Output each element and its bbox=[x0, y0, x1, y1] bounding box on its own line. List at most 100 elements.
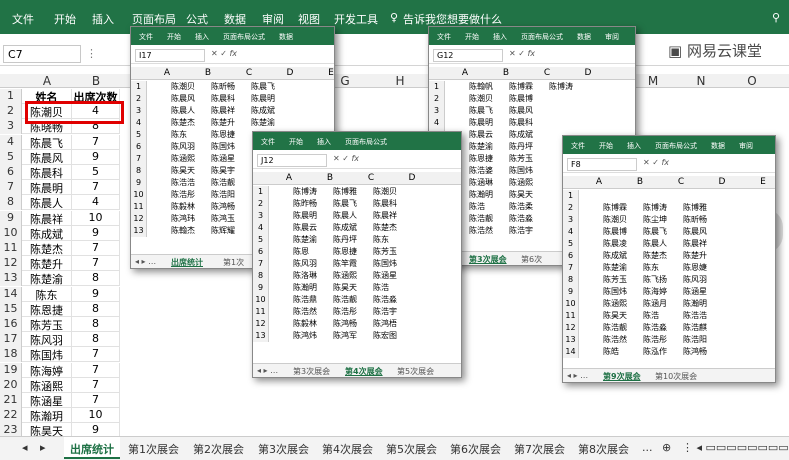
ribbon-tab-layout[interactable]: 页面布局 bbox=[132, 11, 176, 27]
window-row-number[interactable]: 5 bbox=[253, 234, 269, 246]
window-col-header[interactable]: B bbox=[620, 177, 660, 187]
tab-show-6[interactable]: 第6次展会 bbox=[450, 441, 501, 457]
window-ribbon-tab[interactable]: 公式 bbox=[373, 137, 387, 147]
window-col-header[interactable]: C bbox=[661, 177, 701, 187]
window-cell[interactable]: 陈晨风 bbox=[507, 105, 547, 117]
window-cell[interactable]: 陈浩婆 bbox=[467, 165, 507, 177]
window-row-number[interactable]: 6 bbox=[253, 246, 269, 258]
window-cell[interactable]: 陈晨明 bbox=[291, 210, 331, 222]
window-cell[interactable]: 陈晨风 bbox=[169, 93, 209, 105]
window-cell[interactable]: 陈博涛 bbox=[291, 186, 331, 198]
window-col-header[interactable]: D bbox=[392, 173, 432, 183]
row-number[interactable]: 20 bbox=[0, 377, 22, 393]
window-ribbon-tab[interactable]: 插入 bbox=[493, 32, 507, 42]
window-cell[interactable]: 陈浩阳 bbox=[209, 189, 249, 201]
window-name-box[interactable]: G12 bbox=[433, 49, 503, 62]
window-ribbon-tab[interactable]: 开始 bbox=[167, 32, 181, 42]
window-cell[interactable]: 陈涵熙 bbox=[169, 153, 209, 165]
window-cell[interactable]: 陈潮贝 bbox=[601, 214, 641, 226]
row-number[interactable]: 5 bbox=[0, 149, 22, 165]
col-header-m[interactable]: M bbox=[638, 74, 668, 88]
window-ribbon-tab[interactable]: 文件 bbox=[261, 137, 275, 147]
window-col-header[interactable]: B bbox=[486, 68, 526, 78]
tab-scroll-right-icon[interactable]: ▸ bbox=[40, 441, 46, 454]
horizontal-scrollbar[interactable]: ⋮ ◂ ▭▭▭▭▭▭▭▭ bbox=[682, 441, 789, 454]
window-cell[interactable]: 陈东 bbox=[169, 129, 209, 141]
window-col-header[interactable]: B bbox=[310, 173, 350, 183]
window-cell[interactable]: 陈浩柔 bbox=[507, 201, 547, 213]
window-cell[interactable]: 陈浩彤 bbox=[169, 189, 209, 201]
window-ribbon-tab[interactable]: 页面布局 bbox=[655, 141, 683, 151]
row-number[interactable]: 19 bbox=[0, 362, 22, 378]
count-cell[interactable]: 9 bbox=[72, 149, 120, 165]
window-cell[interactable]: 陈翰帆 bbox=[467, 81, 507, 93]
window-sheet-tab[interactable]: 第10次展会 bbox=[655, 371, 697, 382]
window-row-number[interactable]: 1 bbox=[563, 190, 579, 202]
window-col-header[interactable]: E bbox=[743, 177, 775, 187]
add-sheet-icon[interactable]: ⊕ bbox=[662, 441, 671, 454]
window-ribbon-tab[interactable]: 审阅 bbox=[605, 32, 619, 42]
window-cell[interactable]: 陈楚渝 bbox=[291, 234, 331, 246]
window-ribbon-tab[interactable]: 页面布局 bbox=[223, 32, 251, 42]
window-ribbon-tab[interactable]: 公式 bbox=[549, 32, 563, 42]
window-tab-nav-icon[interactable]: ◂ ▸ … bbox=[257, 366, 278, 375]
window-cell[interactable]: 陈东 bbox=[371, 234, 411, 246]
window-cell[interactable]: 陈浩彤 bbox=[641, 334, 681, 346]
window-cell[interactable]: 陈昨畅 bbox=[291, 198, 331, 210]
window-row-number[interactable]: 2 bbox=[563, 202, 579, 214]
window-cell[interactable]: 陈尘坤 bbox=[641, 214, 681, 226]
window-cell[interactable]: 陈楚升 bbox=[209, 117, 249, 129]
window-cell[interactable]: 陈博霖 bbox=[507, 81, 547, 93]
window-col-header[interactable]: D bbox=[568, 68, 608, 78]
window-ribbon-tab[interactable]: 开始 bbox=[289, 137, 303, 147]
row-number[interactable]: 12 bbox=[0, 256, 22, 272]
window-row-number[interactable]: 14 bbox=[563, 346, 579, 358]
window-row-number[interactable]: 9 bbox=[563, 286, 579, 298]
window-cell[interactable]: 陈昊天 bbox=[331, 282, 371, 294]
row-number[interactable]: 9 bbox=[0, 210, 22, 226]
window-cell[interactable]: 陈晨祥 bbox=[681, 238, 721, 250]
window-cell[interactable] bbox=[641, 190, 681, 202]
window-col-header[interactable]: A bbox=[269, 173, 309, 183]
window-cell[interactable]: 陈洛琳 bbox=[291, 270, 331, 282]
window-row-number[interactable]: 13 bbox=[563, 334, 579, 346]
window-tab-nav-icon[interactable]: ◂ ▸ … bbox=[567, 371, 588, 380]
window-cell[interactable]: 陈晨人 bbox=[641, 238, 681, 250]
window-cell[interactable]: 陈博霖 bbox=[601, 202, 641, 214]
window-cell[interactable]: 陈晨人 bbox=[169, 105, 209, 117]
window-cell[interactable]: 陈浩彤 bbox=[331, 306, 371, 318]
row-number[interactable]: 15 bbox=[0, 301, 22, 317]
count-cell[interactable]: 4 bbox=[72, 195, 120, 211]
row-number[interactable]: 1 bbox=[0, 89, 22, 104]
count-cell[interactable]: 8 bbox=[72, 271, 120, 287]
ribbon-tab-review[interactable]: 审阅 bbox=[262, 11, 284, 27]
window-cell[interactable]: 陈涵熙 bbox=[331, 270, 371, 282]
window-cell[interactable]: 陈国炜 bbox=[507, 165, 547, 177]
window-row-number[interactable]: 12 bbox=[563, 322, 579, 334]
window-cell[interactable]: 陈晨科 bbox=[209, 93, 249, 105]
window-cell[interactable]: 陈楚升 bbox=[681, 250, 721, 262]
row-number[interactable]: 17 bbox=[0, 332, 22, 348]
window-cell[interactable]: 陈国炜 bbox=[601, 286, 641, 298]
window-cell[interactable]: 陈楚杰 bbox=[641, 250, 681, 262]
row-number[interactable]: 4 bbox=[0, 134, 22, 150]
name-cell[interactable]: 陈风羽 bbox=[22, 332, 72, 348]
window-cell[interactable]: 陈晨明 bbox=[249, 93, 289, 105]
window-cell[interactable]: 陈成斌 bbox=[507, 129, 547, 141]
window-ribbon-tab[interactable]: 数据 bbox=[711, 141, 725, 151]
window-cell[interactable]: 陈鸿畅 bbox=[209, 201, 249, 213]
window-cell[interactable]: 陈涵熙 bbox=[601, 298, 641, 310]
window-col-header[interactable]: A bbox=[579, 177, 619, 187]
window-cell[interactable]: 陈晨飞 bbox=[331, 198, 371, 210]
window-cell[interactable]: 陈楚渝 bbox=[601, 262, 641, 274]
window-cell[interactable]: 陈晨博 bbox=[507, 93, 547, 105]
name-cell[interactable]: 陈海婷 bbox=[22, 362, 72, 378]
row-number[interactable]: 13 bbox=[0, 271, 22, 287]
col-header-o[interactable]: O bbox=[737, 74, 767, 88]
window-row-number[interactable]: 3 bbox=[253, 210, 269, 222]
window-cell[interactable]: 陈昊宇 bbox=[209, 165, 249, 177]
window-cell[interactable]: 陈浩浩 bbox=[169, 177, 209, 189]
window-cell[interactable]: 陈成斌 bbox=[331, 222, 371, 234]
window-cell[interactable]: 陈东 bbox=[641, 262, 681, 274]
window-sheet-tab[interactable]: 第4次展会 bbox=[345, 366, 383, 377]
